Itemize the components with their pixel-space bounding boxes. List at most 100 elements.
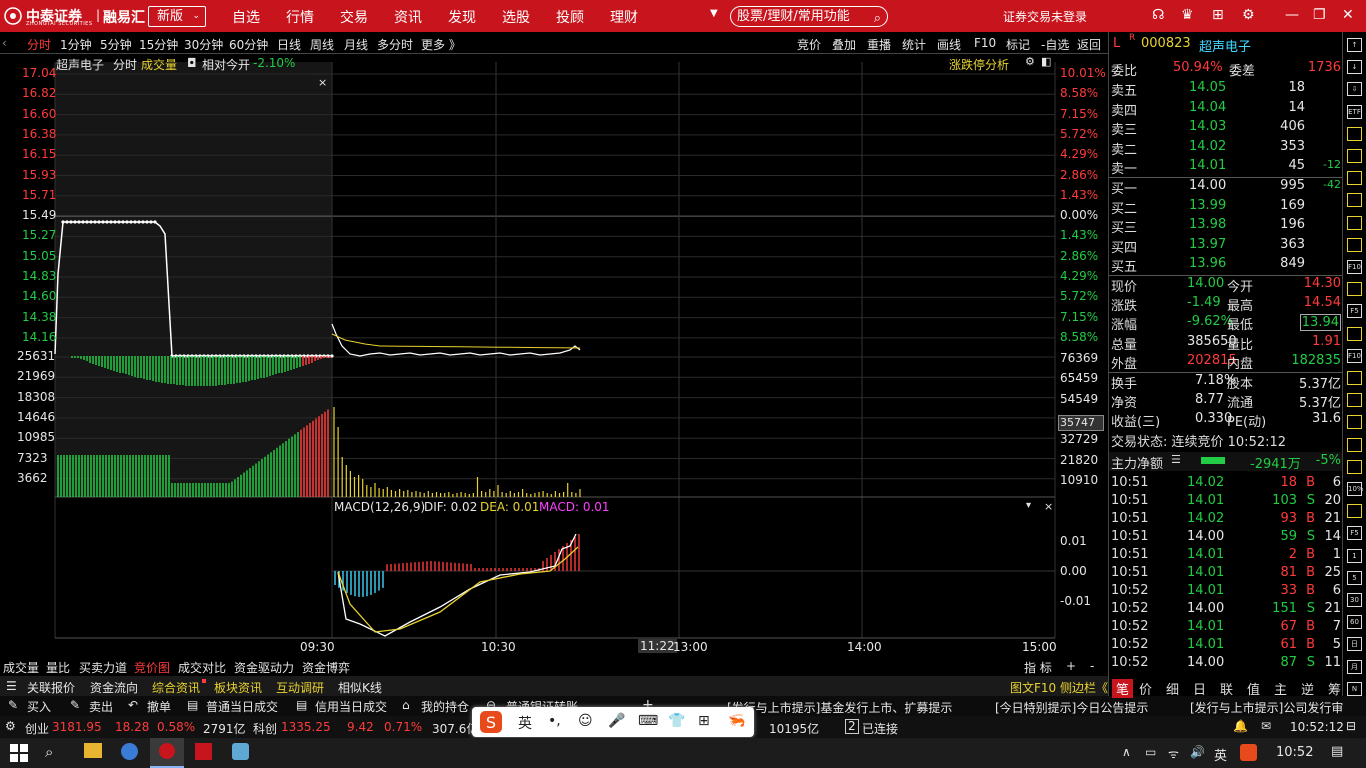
ime-button-2[interactable]: ☺ xyxy=(578,713,593,729)
tool-huaxian[interactable]: 画线 xyxy=(937,36,961,53)
ime-button-7[interactable]: 🦐 xyxy=(728,713,745,729)
nav-hangqing[interactable]: 行情 xyxy=(286,7,314,27)
bottom3-2[interactable]: 撤单 xyxy=(147,698,171,715)
bottom3-0[interactable]: 买入 xyxy=(27,698,51,715)
service-icon[interactable]: ☊ xyxy=(1152,7,1164,23)
detail-tab-0[interactable]: 笔 xyxy=(1112,679,1134,698)
toolbar-icon[interactable]: F10 xyxy=(1347,348,1362,363)
toolbar-icon[interactable] xyxy=(1347,393,1362,408)
period-30min[interactable]: 30分钟 xyxy=(184,36,223,53)
detail-tab-1[interactable]: 价 xyxy=(1139,679,1152,698)
tick-row[interactable]: 10:51 14.02 93 B 21 xyxy=(1109,510,1343,529)
tool-zixuan[interactable]: -自选 xyxy=(1041,36,1069,53)
nav-faxian[interactable]: 发现 xyxy=(448,7,476,27)
toolbar-icon[interactable] xyxy=(1347,126,1362,141)
toolbar-icon[interactable] xyxy=(1347,237,1362,252)
detail-tab-4[interactable]: 联 xyxy=(1220,679,1233,698)
bell-icon[interactable]: 🔔 xyxy=(1233,719,1248,733)
chart-volume-label[interactable]: 成交量 xyxy=(141,56,177,73)
bid-row[interactable]: 买一 14.00 995 -42 xyxy=(1109,177,1343,197)
toolbar-icon[interactable]: 60 xyxy=(1347,615,1362,630)
tool-f10[interactable]: F10 xyxy=(974,36,996,50)
settings-icon[interactable]: ⚙ xyxy=(1242,7,1255,23)
sidebar-toggle[interactable]: 图文F10 侧边栏《 xyxy=(1010,679,1108,696)
bottom2-0[interactable]: 关联报价 xyxy=(27,679,75,696)
toolbar-icon[interactable]: F10 xyxy=(1347,260,1362,274)
ime-button-4[interactable]: ⌨ xyxy=(638,713,658,729)
bottom2-2[interactable]: 综合资讯 xyxy=(152,679,200,696)
period-fenshi[interactable]: 分时 xyxy=(27,36,51,53)
login-status[interactable]: 证券交易未登录 xyxy=(1003,8,1087,25)
bottom2-1[interactable]: 资金流向 xyxy=(90,679,138,696)
collapse-icon[interactable]: ◧ xyxy=(1041,55,1051,68)
nav-zixun[interactable]: 资讯 xyxy=(394,7,422,27)
detail-tab-5[interactable]: 值 xyxy=(1247,679,1260,698)
grid-icon[interactable]: ⊞ xyxy=(1212,7,1224,23)
tick-row[interactable]: 10:51 14.02 18 B 6 xyxy=(1109,474,1343,493)
shortcut-icon[interactable]: ▤ xyxy=(187,698,198,712)
chart-canvas[interactable] xyxy=(0,54,1108,658)
tray-app-icon[interactable]: ▭ xyxy=(1145,745,1156,759)
toolbar-icon[interactable]: ↓ xyxy=(1347,60,1362,75)
stock-name[interactable]: 超声电子 xyxy=(1199,36,1251,55)
tool-chongbo[interactable]: 重播 xyxy=(867,36,891,53)
nav-zixuan[interactable]: 自选 xyxy=(232,7,260,27)
toolbar-icon[interactable]: ⇩ xyxy=(1347,82,1362,97)
ime-button-1[interactable]: •, xyxy=(548,713,561,729)
ime-button-0[interactable]: 英 xyxy=(518,713,532,733)
message-icon[interactable]: ✉ xyxy=(1261,719,1271,733)
tool-diejia[interactable]: 叠加 xyxy=(832,36,856,53)
tray-arrow-icon[interactable]: ∧ xyxy=(1122,745,1131,759)
quote-row[interactable]: 净资 8.77 流通 5.37亿 xyxy=(1109,391,1343,411)
quote-row[interactable]: 外盘 202815 内盘 182835 xyxy=(1109,352,1343,372)
search-taskbar-icon[interactable]: ⌕ xyxy=(45,743,53,761)
tick-row[interactable]: 10:51 14.00 59 S 14 xyxy=(1109,528,1343,547)
toolbar-icon[interactable] xyxy=(1347,326,1362,341)
windows-start-icon[interactable] xyxy=(10,744,28,762)
toolbar-icon[interactable]: 30 xyxy=(1347,593,1362,607)
camera-icon[interactable]: ◘ xyxy=(187,56,197,70)
close-panel-icon[interactable]: × xyxy=(318,76,327,89)
toolbar-icon[interactable]: ETF xyxy=(1347,104,1362,119)
period-15min[interactable]: 15分钟 xyxy=(139,36,178,53)
period-60min[interactable]: 60分钟 xyxy=(229,36,268,53)
detail-tab-7[interactable]: 逆 xyxy=(1301,679,1314,698)
shortcut-icon[interactable]: ⌂ xyxy=(402,698,410,712)
ime-button-3[interactable]: 🎤 xyxy=(608,713,625,729)
shortcut-icon[interactable]: ↶ xyxy=(128,698,138,712)
indicator-control[interactable]: 指 标 xyxy=(1024,659,1052,676)
period-multi[interactable]: 多分时 xyxy=(377,36,413,53)
toolbar-icon[interactable]: F5 xyxy=(1347,526,1362,541)
shortcut-icon[interactable]: ▤ xyxy=(296,698,307,712)
search-input[interactable]: 股票/理财/常用功能 ⌕ xyxy=(730,6,888,27)
toolbar-icon[interactable] xyxy=(1347,371,1362,385)
tool-jingjia[interactable]: 竞价 xyxy=(797,36,821,53)
news-ticker[interactable]: [发行与上市提示]公司发行审 xyxy=(1190,699,1343,716)
minimize-icon[interactable]: — xyxy=(1285,7,1299,23)
toolbar-icon[interactable] xyxy=(1347,437,1362,452)
macd-close-icon[interactable]: × xyxy=(1044,500,1053,513)
toolbar-icon[interactable] xyxy=(1347,459,1362,474)
toolbar-icon[interactable] xyxy=(1347,282,1362,297)
tick-row[interactable]: 10:52 14.00 87 S 11 xyxy=(1109,654,1343,673)
app3-icon[interactable] xyxy=(232,743,249,760)
bottom3-4[interactable]: 信用当日成交 xyxy=(315,698,387,715)
detail-tab-6[interactable]: 主 xyxy=(1274,679,1287,698)
intraday-chart[interactable]: 超声电子 分时 成交量 ◘ 相对今开 -2.10% 涨跌停分析 ⚙ ◧ × 17… xyxy=(0,54,1108,658)
shortcut-icon[interactable]: ✎ xyxy=(8,698,18,712)
app2-icon[interactable] xyxy=(195,743,212,760)
quote-row[interactable]: 换手 7.18% 股本 5.37亿 xyxy=(1109,372,1343,392)
ask-row[interactable]: 卖四 14.04 14 xyxy=(1109,99,1343,119)
status-settings-icon[interactable]: ⚙ xyxy=(5,719,16,733)
tick-row[interactable]: 10:52 14.01 33 B 6 xyxy=(1109,582,1343,601)
toolbar-icon[interactable]: 1 xyxy=(1347,548,1362,563)
bottom2-4[interactable]: 互动调研 xyxy=(276,679,324,696)
tool-biaoji[interactable]: 标记 xyxy=(1006,36,1030,53)
ime-button-5[interactable]: 👕 xyxy=(668,713,685,729)
bottom1-5[interactable]: 资金驱动力 xyxy=(234,659,294,676)
bottom2-5[interactable]: 相似K线 xyxy=(338,679,382,696)
quote-row[interactable]: 涨幅 -9.62% 最低 13.94 xyxy=(1109,313,1343,333)
bottom1-2[interactable]: 买卖力道 xyxy=(79,659,127,676)
toolbar-icon[interactable]: F5 xyxy=(1347,304,1362,319)
toolbar-icon[interactable]: 5 xyxy=(1347,570,1362,585)
